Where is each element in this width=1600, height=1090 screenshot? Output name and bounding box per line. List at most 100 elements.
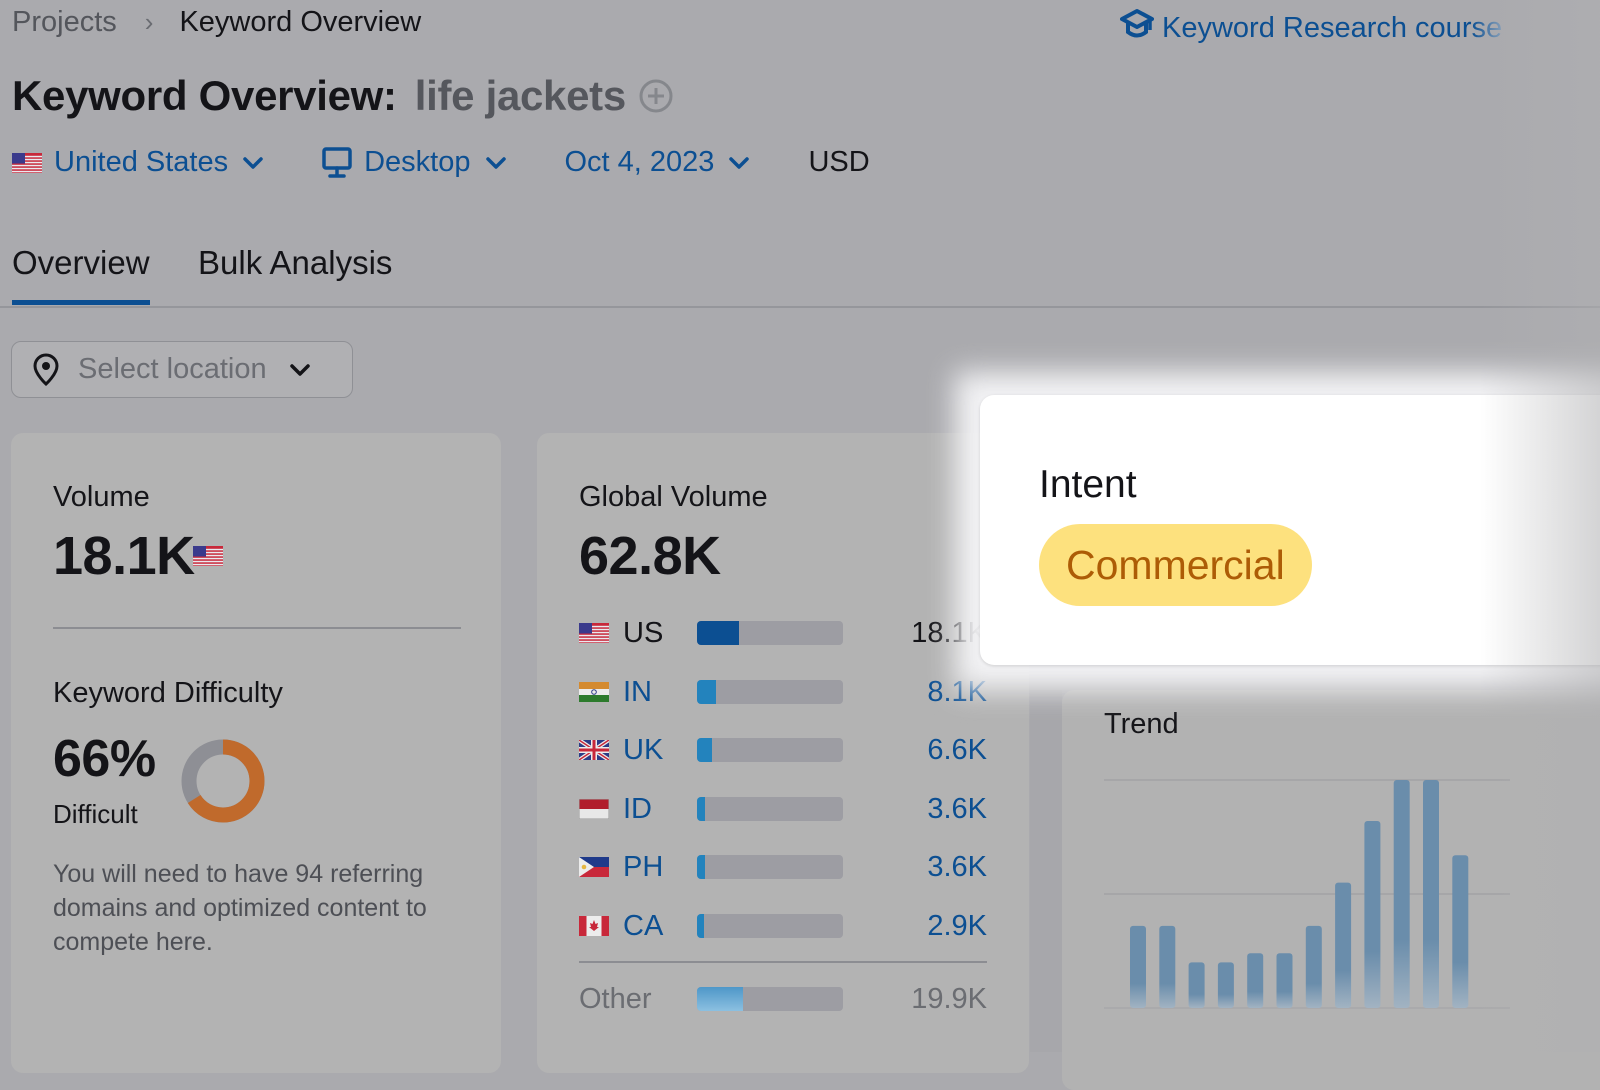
country-row-ca[interactable]: CA 2.9K bbox=[579, 906, 987, 946]
chevron-down-icon bbox=[242, 156, 264, 170]
plus-circle-icon[interactable] bbox=[638, 78, 674, 114]
trend-bar bbox=[1217, 962, 1234, 1008]
tab-bulk-analysis[interactable]: Bulk Analysis bbox=[198, 244, 392, 282]
philippines-flag-icon bbox=[579, 857, 609, 877]
us-flag-icon bbox=[579, 623, 609, 643]
trend-bar bbox=[1335, 882, 1352, 1008]
volume-share-fill bbox=[697, 680, 716, 704]
country-row-id[interactable]: ID 3.6K bbox=[579, 789, 987, 829]
volume-share-bar bbox=[697, 680, 843, 704]
volume-label: Volume bbox=[53, 481, 150, 513]
country-row-in[interactable]: IN 8.1K bbox=[579, 672, 987, 712]
trend-bar bbox=[1393, 780, 1410, 1008]
intent-card: Intent Commercial bbox=[980, 395, 1600, 665]
date-label: Oct 4, 2023 bbox=[564, 146, 715, 178]
us-flag-icon bbox=[12, 152, 42, 173]
trend-bar bbox=[1247, 953, 1264, 1008]
country-volume[interactable]: 6.6K bbox=[927, 734, 987, 767]
intent-label: Intent bbox=[1039, 463, 1137, 506]
other-label: Other bbox=[579, 982, 652, 1015]
location-select-placeholder: Select location bbox=[78, 353, 267, 385]
breadcrumb-separator-icon: › bbox=[144, 7, 154, 37]
chevron-down-icon bbox=[728, 156, 750, 170]
country-row-uk[interactable]: UK 6.6K bbox=[579, 730, 987, 770]
filters-bar: United States Desktop Oct 4, 2023 USD bbox=[12, 146, 870, 179]
indonesia-flag-icon bbox=[579, 799, 609, 819]
country-row-us[interactable]: US 18.1K bbox=[579, 613, 987, 653]
location-pin-icon bbox=[30, 353, 62, 387]
volume-share-bar bbox=[697, 914, 843, 938]
country-code[interactable]: PH bbox=[623, 851, 697, 884]
country-code[interactable]: IN bbox=[623, 676, 697, 709]
country-code[interactable]: CA bbox=[623, 910, 697, 943]
intent-badge-commercial: Commercial bbox=[1039, 524, 1312, 606]
canada-flag-icon bbox=[579, 916, 609, 936]
trend-bar bbox=[1423, 780, 1439, 1008]
trend-bar bbox=[1452, 855, 1469, 1008]
date-dropdown[interactable]: Oct 4, 2023 bbox=[565, 146, 751, 179]
volume-value: 18.1K bbox=[53, 526, 195, 586]
volume-share-fill bbox=[697, 738, 713, 762]
country-volume[interactable]: 3.6K bbox=[927, 793, 987, 826]
global-volume-value: 62.8K bbox=[579, 526, 721, 586]
volume-share-fill bbox=[697, 914, 704, 938]
country-dropdown[interactable]: United States bbox=[12, 146, 264, 179]
keyword-difficulty-description: You will need to have 94 referring domai… bbox=[53, 860, 427, 956]
volume-share-fill bbox=[697, 855, 706, 879]
keyword-text: life jackets bbox=[414, 72, 627, 119]
volume-share-fill bbox=[697, 987, 744, 1011]
keyword-difficulty-donut bbox=[181, 739, 265, 823]
country-code: US bbox=[623, 616, 664, 649]
device-dropdown[interactable]: Desktop bbox=[322, 146, 506, 179]
volume-share-fill bbox=[697, 621, 740, 645]
card-gutter bbox=[1030, 690, 1062, 1052]
trend-bar bbox=[1276, 953, 1293, 1008]
keyword-difficulty-level: Difficult bbox=[53, 799, 138, 829]
trend-bar bbox=[1364, 821, 1381, 1008]
trend-bar bbox=[1130, 925, 1146, 1008]
trend-bar bbox=[1305, 925, 1322, 1008]
trend-chart bbox=[1104, 779, 1510, 1009]
chevron-down-icon bbox=[289, 363, 311, 377]
divider bbox=[53, 627, 461, 629]
divider bbox=[579, 961, 987, 963]
india-flag-icon bbox=[579, 682, 609, 702]
keyword-difficulty-value: 66% bbox=[53, 730, 156, 788]
trend-card: Trend bbox=[1062, 690, 1600, 1090]
trend-label: Trend bbox=[1104, 708, 1179, 740]
breadcrumb: Projects › Keyword Overview bbox=[12, 6, 421, 39]
tab-overview[interactable]: Overview bbox=[12, 244, 150, 305]
us-flag-icon bbox=[193, 546, 223, 566]
keyword-research-course-link[interactable]: Keyword Research course bbox=[1120, 8, 1502, 48]
volume-share-bar bbox=[697, 855, 843, 879]
country-code[interactable]: ID bbox=[623, 793, 697, 826]
volume-share-bar bbox=[697, 738, 843, 762]
other-volume: 19.9K bbox=[911, 982, 987, 1015]
location-select[interactable]: Select location bbox=[11, 341, 353, 398]
breadcrumb-projects-link[interactable]: Projects bbox=[12, 6, 117, 39]
country-label: United States bbox=[54, 146, 229, 178]
desktop-icon bbox=[322, 146, 352, 179]
page-title-prefix: Keyword Overview: bbox=[12, 72, 397, 119]
volume-share-bar bbox=[697, 987, 843, 1011]
global-volume-label: Global Volume bbox=[579, 481, 768, 513]
device-label: Desktop bbox=[364, 146, 471, 178]
keyword-difficulty-label: Keyword Difficulty bbox=[53, 677, 283, 709]
volume-card: Volume 18.1K Keyword Difficulty 66% Diff… bbox=[11, 433, 501, 1073]
chevron-down-icon bbox=[485, 156, 507, 170]
tabs-bar: Overview Bulk Analysis bbox=[0, 240, 1600, 308]
graduation-cap-icon bbox=[1120, 8, 1162, 48]
trend-bar bbox=[1188, 962, 1205, 1008]
course-link-label: Keyword Research course bbox=[1162, 11, 1503, 44]
country-row-other: Other 19.9K bbox=[579, 979, 987, 1019]
country-volume[interactable]: 2.9K bbox=[927, 910, 987, 943]
country-volume[interactable]: 3.6K bbox=[927, 851, 987, 884]
volume-share-bar bbox=[697, 797, 843, 821]
volume-share-fill bbox=[697, 797, 706, 821]
volume-share-bar bbox=[697, 621, 843, 645]
country-code[interactable]: UK bbox=[623, 734, 697, 767]
page-title: Keyword Overview: life jackets bbox=[12, 72, 674, 120]
country-row-ph[interactable]: PH 3.6K bbox=[579, 847, 987, 887]
currency-label: USD bbox=[808, 146, 870, 178]
trend-bar bbox=[1159, 925, 1176, 1008]
